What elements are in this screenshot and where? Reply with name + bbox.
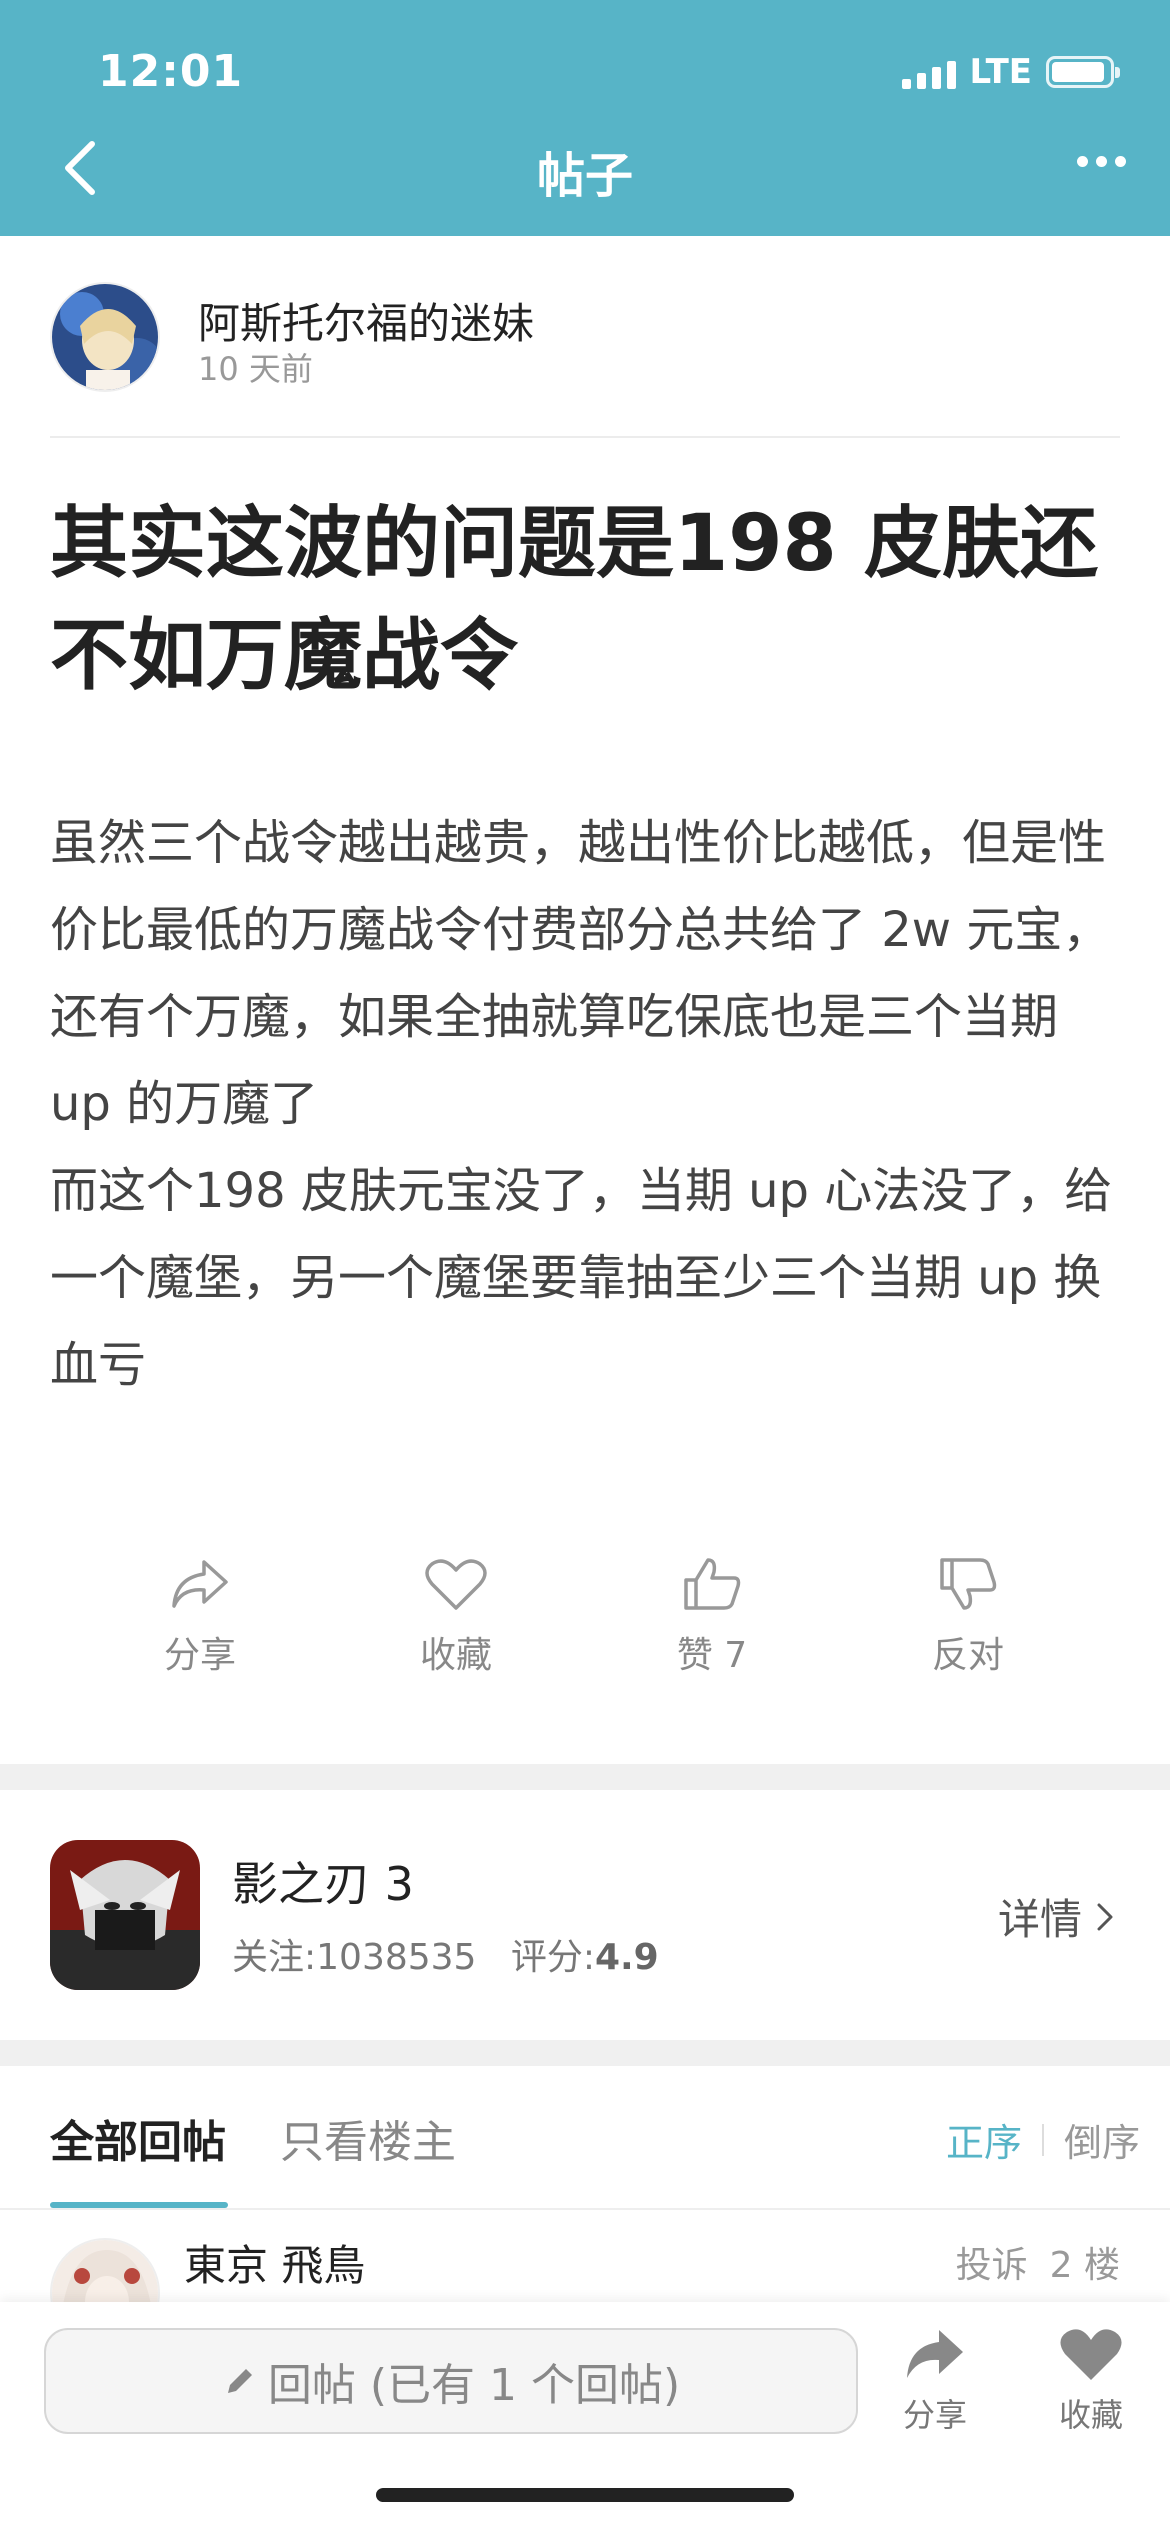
share-icon <box>172 1560 228 1608</box>
status-icons: LTE <box>901 52 1120 92</box>
game-icon <box>50 1840 200 1990</box>
more-dots-icon <box>1077 156 1088 167</box>
post-author: 阿斯托尔福的迷妹 10 天前 <box>50 282 1120 394</box>
post-time: 10 天前 <box>198 350 313 388</box>
share-label: 分享 <box>163 1635 236 1676</box>
reply-input-placeholder: 回帖 (已有 1 个回帖) <box>267 2360 681 2411</box>
thumbs-up-icon <box>684 1558 741 1610</box>
author-name[interactable]: 阿斯托尔福的迷妹 <box>198 290 534 351</box>
bottom-share-button[interactable]: 分享 <box>880 2326 990 2436</box>
game-name: 影之刃 3 <box>232 1857 414 1911</box>
post-actions: 分享 收藏 赞 7 反对 <box>0 1556 1170 1696</box>
like-label: 赞 7 <box>676 1635 748 1676</box>
chevron-right-icon <box>1097 1903 1113 1930</box>
sort-toggle: 正序 倒序 <box>946 2112 1140 2167</box>
oppose-label: 反对 <box>931 1635 1004 1676</box>
avatar[interactable] <box>50 2238 160 2302</box>
app-header: 12:01 LTE 帖子 <box>0 0 1170 236</box>
reply-meta: 投诉 2 楼 <box>956 2236 1120 2288</box>
bottom-favorite-button[interactable]: 收藏 <box>1036 2326 1146 2436</box>
tab-owner-only[interactable]: 只看楼主 <box>280 2106 456 2170</box>
signal-icon <box>901 55 956 89</box>
bottom-share-label: 分享 <box>902 2396 967 2434</box>
network-label: LTE <box>969 52 1032 92</box>
tab-all-replies[interactable]: 全部回帖 <box>50 2106 226 2170</box>
page-title: 帖子 <box>536 148 633 204</box>
status-time: 12:01 <box>98 46 244 97</box>
report-button[interactable]: 投诉 <box>956 2236 1028 2288</box>
like-action-button[interactable]: 赞 7 <box>632 1556 792 1678</box>
heart-outline-icon <box>425 1559 487 1610</box>
battery-icon <box>1046 56 1120 88</box>
game-rating-label: 评分: <box>510 1937 595 1978</box>
floor-label: 2 楼 <box>1049 2245 1120 2286</box>
section-gap <box>0 2040 1170 2066</box>
game-detail-link[interactable]: 详情 <box>998 1886 1114 1947</box>
more-button[interactable] <box>1077 156 1126 167</box>
post-body: 虽然三个战令越出越贵，越出性价比越低，但是性价比最低的万魔战令付费部分总共给了 … <box>50 815 1113 1393</box>
heart-icon <box>1060 2329 1122 2380</box>
game-rating: 4.9 <box>594 1937 659 1978</box>
divider <box>0 2208 1170 2210</box>
oppose-action-button[interactable]: 反对 <box>888 1556 1048 1678</box>
reply-input[interactable]: 回帖 (已有 1 个回帖) <box>44 2328 858 2434</box>
post-title: 其实这波的问题是198 皮肤还不如万魔战令 <box>50 499 1098 701</box>
reply-author-name[interactable]: 東京 飛鳥 <box>184 2232 365 2293</box>
game-followers: 关注:1038535 <box>232 1937 477 1978</box>
list-item: 東京 飛鳥 投诉 2 楼 <box>0 2212 1170 2302</box>
reply-tabs: 全部回帖 只看楼主 正序 倒序 <box>0 2066 1170 2212</box>
pencil-icon <box>227 2369 252 2393</box>
bottom-bar: 回帖 (已有 1 个回帖) 分享 收藏 <box>0 2302 1170 2532</box>
avatar[interactable] <box>50 282 160 392</box>
game-card[interactable]: 影之刃 3 关注:1038535 评分:4.9 详情 <box>0 1790 1170 2040</box>
share-icon <box>907 2330 963 2378</box>
favorite-action-button[interactable]: 收藏 <box>376 1556 536 1678</box>
sort-desc-button[interactable]: 倒序 <box>1064 2112 1140 2167</box>
share-action-button[interactable]: 分享 <box>120 1556 280 1678</box>
thumbs-down-icon <box>940 1558 997 1610</box>
detail-label: 详情 <box>997 1895 1082 1944</box>
bottom-favorite-label: 收藏 <box>1058 2396 1123 2434</box>
divider <box>50 436 1120 438</box>
favorite-label: 收藏 <box>419 1635 492 1676</box>
sort-asc-button[interactable]: 正序 <box>946 2112 1022 2167</box>
section-gap <box>0 1764 1170 1790</box>
divider <box>1041 2123 1044 2156</box>
game-stats: 关注:1038535 评分:4.9 <box>232 1928 659 1980</box>
home-indicator <box>376 2488 794 2502</box>
